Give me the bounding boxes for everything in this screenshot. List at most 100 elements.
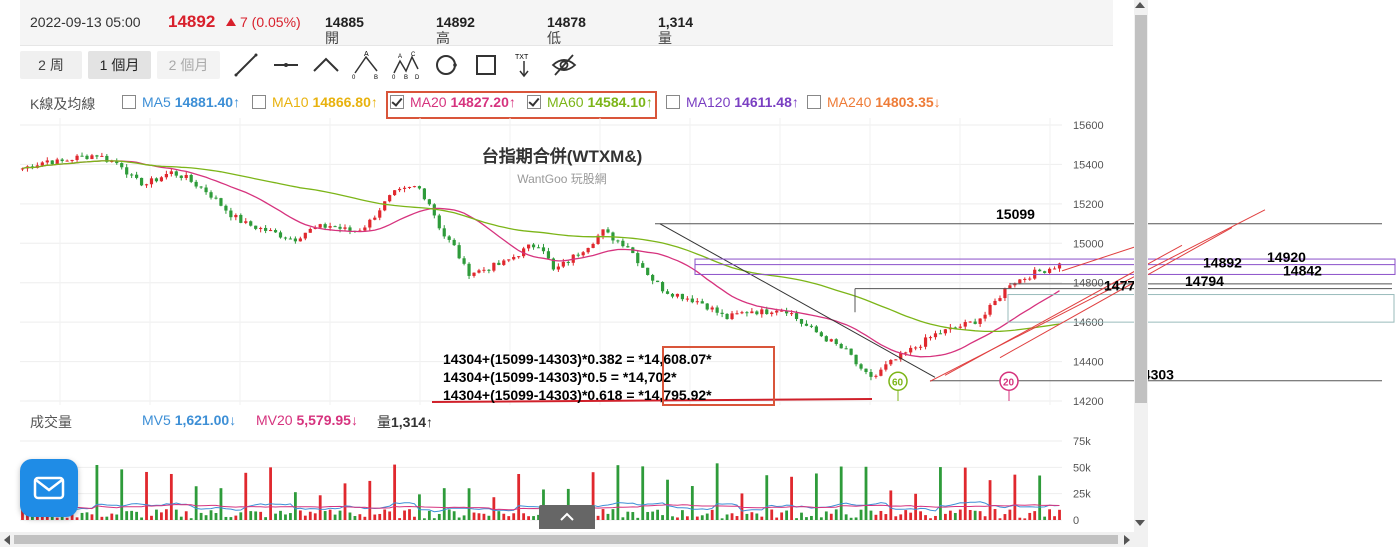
ma5-toggle[interactable]: MA5 14881.40↑ [122,94,240,110]
volume-bar [1023,518,1027,520]
candle-body [1003,288,1007,299]
price-tick-label: 15200 [1073,199,1104,211]
candle-body [1052,268,1057,270]
contact-button[interactable] [20,459,78,517]
volume-bar [934,515,937,520]
volume-value-legend: 量1,314↑ [377,414,434,430]
candle-body [829,339,833,342]
period-2-months-button[interactable]: 2 個月 [157,51,220,79]
volume-bar [671,516,674,520]
candle-body [894,359,898,361]
ma120-toggle[interactable]: MA120 14611.48↑ [666,94,799,110]
volume-bar [333,514,337,520]
volume-bar [879,510,883,520]
volume-bar [770,509,774,520]
volume-bar [829,513,833,520]
candle-body [978,318,982,324]
candle-body [254,225,258,229]
scroll-down-icon[interactable] [1135,520,1145,526]
candle-body [745,312,749,314]
volume-bar [1053,516,1056,520]
volume-bar [284,514,287,520]
candle-body [174,171,178,176]
hide-drawings-icon[interactable] [550,51,578,79]
candle-body [546,251,551,259]
candle-body [204,187,208,193]
candle-body [854,354,858,365]
candle-body [100,155,104,157]
ma10-toggle[interactable]: MA10 14866.80↑ [252,94,378,110]
volume-bar [963,467,967,520]
collapse-panel-button[interactable] [539,505,595,529]
rectangle-tool-icon[interactable] [472,51,500,79]
candle-body [874,375,878,377]
candle-body [1023,278,1027,280]
candle-body [507,259,511,261]
vertical-scrollbar[interactable] [1134,0,1148,547]
svg-text:B: B [404,75,408,79]
volume-bar [125,511,129,520]
ma10-checkbox[interactable] [252,95,266,109]
candle-body [943,329,947,334]
circle-tool-icon[interactable] [432,51,460,79]
candle-body [561,261,565,267]
quote-change-value: 7 (0.05%) [240,14,301,30]
candle-body [517,256,521,258]
text-tool-icon[interactable]: TXT [510,51,538,79]
svg-text:A: A [398,54,402,60]
volume-bar [264,517,268,520]
label-ma20-marker: 20 [1003,377,1015,388]
candle-body [1008,285,1012,289]
ma5-checkbox[interactable] [122,95,136,109]
candle-body [244,221,248,223]
period-1-month-button[interactable]: 1 個月 [88,51,151,79]
line-tool-icon[interactable] [232,51,260,79]
abcd-pattern-tool-icon[interactable]: A C 0 B D [392,51,420,79]
volume-bar [929,518,932,520]
volume-bar [889,490,893,520]
volume-bar [919,511,922,520]
support-zone-box [1007,294,1395,323]
volume-bar [785,510,789,520]
volume-bar [1038,475,1042,520]
volume-bar [884,514,888,520]
candle-body [750,311,754,314]
svg-text:B: B [374,75,378,79]
scroll-left-icon[interactable] [4,535,10,545]
volume-bar [160,512,163,520]
candle-body [383,201,387,211]
candle-body [412,186,417,188]
price-tick-label: 15600 [1073,120,1104,132]
chart-title: 台指期合併(WTXM&) [482,146,643,166]
scroll-right-icon[interactable] [1124,535,1130,545]
scroll-up-icon[interactable] [1135,2,1145,8]
volume-bar [100,516,104,520]
angle-tool-icon[interactable] [312,51,340,79]
candle-body [685,298,689,300]
horizontal-scrollbar[interactable] [0,532,1134,547]
horizontal-scroll-thumb[interactable] [14,535,1118,544]
candle-body [705,303,709,310]
ma240-toggle[interactable]: MA240 14803.35↓ [807,94,941,110]
candle-body [998,298,1002,301]
svg-text:A: A [364,51,369,58]
ma-highlight-box [386,91,657,119]
ma120-checkbox[interactable] [666,95,680,109]
abc-pattern-tool-icon[interactable]: A 0 B [352,51,380,79]
volume-bar [462,515,466,520]
volume-bar [55,517,59,520]
candle-body [646,267,650,275]
vertical-scroll-thumb[interactable] [1135,15,1147,403]
ma240-checkbox[interactable] [807,95,821,109]
period-2-weeks-button[interactable]: 2 周 [20,51,82,79]
volume-bar [715,463,719,520]
candle-body [700,301,704,304]
volume-bar [393,464,397,520]
horizontal-line-tool-icon[interactable] [272,51,300,79]
volume-bar [948,510,952,520]
volume-bar [413,516,416,520]
candle-body [149,178,154,185]
candle-body [839,344,843,349]
chart-watermark: WantGoo 玩股網 [517,172,607,186]
candle-body [427,199,431,205]
